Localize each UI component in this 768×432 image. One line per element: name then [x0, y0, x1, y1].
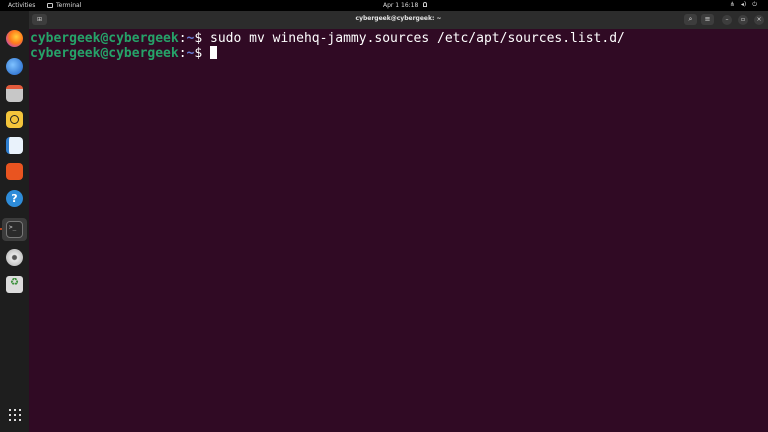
files-icon[interactable] — [6, 85, 23, 102]
terminal-icon[interactable]: >_ — [6, 221, 23, 238]
text-cursor — [210, 46, 218, 59]
rhythmbox-icon[interactable] — [6, 111, 23, 128]
firefox-icon[interactable] — [6, 30, 23, 47]
network-icon[interactable]: ⋔ — [730, 1, 735, 9]
activities-button[interactable]: Activities — [8, 2, 35, 9]
window-title: cybergeek@cybergeek: ~ — [355, 15, 442, 22]
menu-button[interactable]: ≡ — [701, 14, 714, 25]
maximize-button[interactable]: ▫ — [738, 15, 748, 25]
trash-icon[interactable] — [6, 276, 23, 293]
terminal-output[interactable]: cybergeek@cybergeek:~$ sudo mv winehq-ja… — [29, 29, 768, 432]
search-button[interactable]: ⌕ — [684, 14, 697, 25]
terminal-line: cybergeek@cybergeek:~$ sudo mv winehq-ja… — [30, 31, 767, 46]
power-icon[interactable]: ⏻ — [752, 1, 757, 9]
thunderbird-icon[interactable] — [6, 58, 23, 75]
close-button[interactable]: × — [754, 15, 764, 25]
command-text: sudo mv winehq-jammy.sources /etc/apt/so… — [210, 31, 625, 46]
prompt-user: cybergeek@cybergeek — [30, 46, 179, 61]
dock: ? >_ — [0, 11, 29, 432]
dock-item-terminal[interactable]: >_ — [2, 218, 27, 241]
app-menu[interactable]: Terminal — [47, 2, 81, 9]
terminal-line: cybergeek@cybergeek:~$ — [30, 46, 767, 61]
help-icon[interactable]: ? — [6, 190, 23, 207]
disc-icon[interactable] — [6, 249, 23, 266]
show-apps-icon[interactable] — [9, 409, 21, 421]
clock[interactable]: Apr 1 16:18 — [383, 2, 418, 9]
system-tray[interactable]: ⋔ ◂) ⏻ — [730, 1, 757, 9]
app-name: Terminal — [56, 2, 82, 9]
prompt-user: cybergeek@cybergeek — [30, 31, 179, 46]
terminal-app-icon — [47, 3, 53, 8]
title-bar[interactable]: ⊞ cybergeek@cybergeek: ~ ⌕ ≡ – ▫ × — [29, 11, 768, 29]
prompt-symbol: $ — [194, 46, 211, 61]
terminal-window: ⊞ cybergeek@cybergeek: ~ ⌕ ≡ – ▫ × cyber… — [29, 11, 768, 432]
prompt-separator: : — [178, 46, 187, 61]
volume-icon[interactable]: ◂) — [741, 1, 746, 9]
prompt-separator: : — [178, 31, 187, 46]
notification-icon[interactable] — [423, 2, 427, 7]
libreoffice-writer-icon[interactable] — [6, 137, 23, 154]
top-bar: Activities Terminal Apr 1 16:18 ⋔ ◂) ⏻ — [0, 0, 768, 11]
prompt-symbol: $ — [194, 31, 211, 46]
app-center-icon[interactable] — [6, 163, 23, 180]
minimize-button[interactable]: – — [722, 15, 732, 25]
